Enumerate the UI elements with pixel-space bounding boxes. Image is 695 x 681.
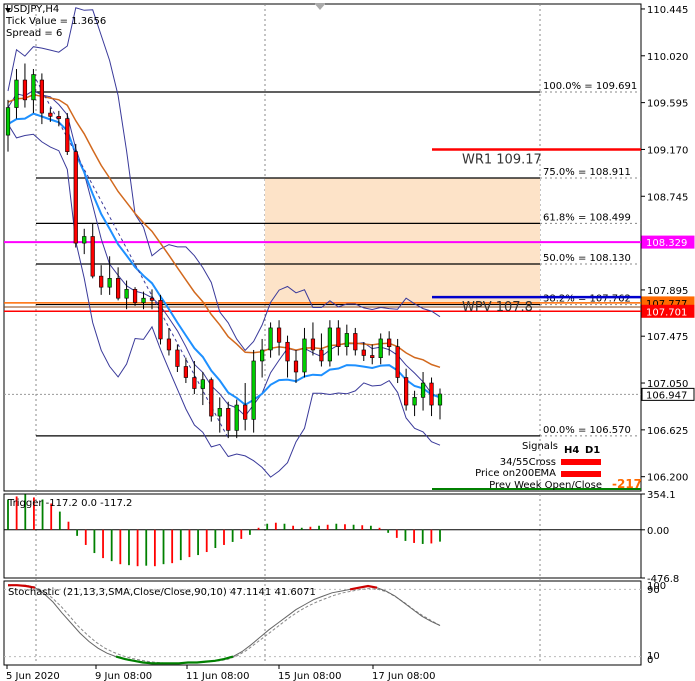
candle-body <box>200 379 205 389</box>
candle-body <box>175 349 180 367</box>
level-wpv-label: WPV 107.8 <box>462 300 533 315</box>
candle-body <box>387 338 392 347</box>
candle-body <box>183 366 188 378</box>
price-tag-label: 106.947 <box>646 390 687 401</box>
price-tag-label: 108.329 <box>646 238 687 249</box>
stochastic-label: Stochastic (21,13,3,SMA,Close/Close,90,1… <box>8 587 316 598</box>
fib-level-label: 100.0% = 109.691 <box>543 81 637 92</box>
candle-body <box>82 236 87 244</box>
candle-body <box>65 118 70 152</box>
price-tick-label: 107.475 <box>647 332 688 343</box>
candle-body <box>149 297 155 301</box>
candle-body <box>132 289 138 303</box>
price-tick-label: 108.745 <box>647 192 688 203</box>
candle-body <box>276 327 282 343</box>
candle-body <box>404 377 409 406</box>
trigger-label: Trigger -117.2 0.0 -117.2 <box>7 498 132 509</box>
candle-body <box>166 338 172 351</box>
candle-body <box>31 74 36 101</box>
candle-body <box>192 377 197 389</box>
candle-body <box>285 341 290 362</box>
candle-body <box>327 327 332 362</box>
tick-value: Tick Value = 1.3656 <box>5 16 106 27</box>
stoch-tick-label: 90 <box>647 585 660 596</box>
candle-body <box>5 107 11 136</box>
candle-body <box>141 297 146 303</box>
fib-level-label: 75.0% = 108.911 <box>543 167 631 178</box>
candle-body <box>234 404 239 431</box>
fib-level-label: 00.0% = 106.570 <box>543 425 631 436</box>
candle-body <box>209 379 214 417</box>
candle-body <box>319 349 324 362</box>
time-label: 5 Jun 2020 <box>6 671 60 681</box>
candle-body <box>39 79 44 114</box>
candle-body <box>56 116 61 119</box>
candle-body <box>107 278 112 288</box>
price-tag-label: 107.701 <box>646 307 687 318</box>
candle-body <box>268 327 273 351</box>
candle-body <box>344 333 349 347</box>
time-label: 9 Jun 08:00 <box>95 671 152 681</box>
trendline <box>32 74 229 439</box>
price-tick-label: 106.200 <box>647 473 688 484</box>
candle-body <box>116 278 121 299</box>
fib-level-label: 61.8% = 108.499 <box>543 212 631 223</box>
time-label: 11 Jun 08:00 <box>186 671 250 681</box>
fib-level-label: 50.0% = 108.130 <box>543 253 631 264</box>
candle-body <box>395 346 400 378</box>
candle-body <box>378 338 383 358</box>
price-tick-label: 109.170 <box>647 145 688 156</box>
candle-body <box>420 382 426 398</box>
signal-ema-box <box>561 471 601 477</box>
candle-body <box>336 327 341 347</box>
level-wr1-label: WR1 109.17 <box>462 152 542 167</box>
candle-body <box>90 236 95 277</box>
candle-body <box>99 275 104 288</box>
candle-body <box>412 397 417 406</box>
price-tick-label: 109.595 <box>647 99 688 110</box>
signal-row-cross: 34/55Cross <box>500 457 556 468</box>
candle-body <box>302 338 307 373</box>
candle-body <box>429 382 434 406</box>
candle-body <box>243 404 248 420</box>
candle-body <box>217 408 222 417</box>
candle-body <box>22 79 28 101</box>
stoch-tick-label: 0 <box>647 655 653 666</box>
signals-title: Signals <box>522 441 558 452</box>
candle-body <box>293 360 299 373</box>
time-label: 17 Jun 08:00 <box>372 671 436 681</box>
signal-prevweek-value: -217 <box>612 477 642 491</box>
stoch-oversold-segment <box>115 655 234 665</box>
signals-d1: D1 <box>585 445 600 456</box>
symbol-title: USDJPY,H4 <box>6 4 59 15</box>
shift-marker-icon <box>314 3 326 10</box>
trigger-tick-label: 354.1 <box>647 490 676 501</box>
signals-h4: H4 <box>564 445 579 456</box>
chart-canvas: 100.0% = 109.691 75.0% = 108.911 61.8% = 1… <box>3 3 695 681</box>
candle-body <box>310 338 316 351</box>
candle-body <box>437 393 443 406</box>
trigger-tick-label: 0.00 <box>647 526 669 537</box>
price-tick-label: 110.020 <box>647 52 688 63</box>
candle-body <box>353 333 358 351</box>
time-label: 15 Jun 08:00 <box>278 671 342 681</box>
price-tick-label: 107.895 <box>647 286 688 297</box>
spread: Spread = 6 <box>6 28 62 39</box>
candle-body <box>14 79 19 108</box>
signal-cross-box <box>561 459 601 465</box>
signal-row-ema: Price on200EMA <box>475 468 556 479</box>
price-tick-label: 106.625 <box>647 426 688 437</box>
candle-body <box>226 408 231 431</box>
signal-row-prevweek: Prev Week Open/Close <box>489 480 602 491</box>
candle-body <box>260 349 265 362</box>
candle-body <box>158 300 163 340</box>
candle-body <box>251 360 256 420</box>
candle-body <box>370 355 375 358</box>
candle-body <box>361 349 366 356</box>
candle-body <box>124 289 129 299</box>
candle-body <box>73 151 78 244</box>
candle-body <box>48 112 53 117</box>
price-tick-label: 110.445 <box>647 5 688 16</box>
